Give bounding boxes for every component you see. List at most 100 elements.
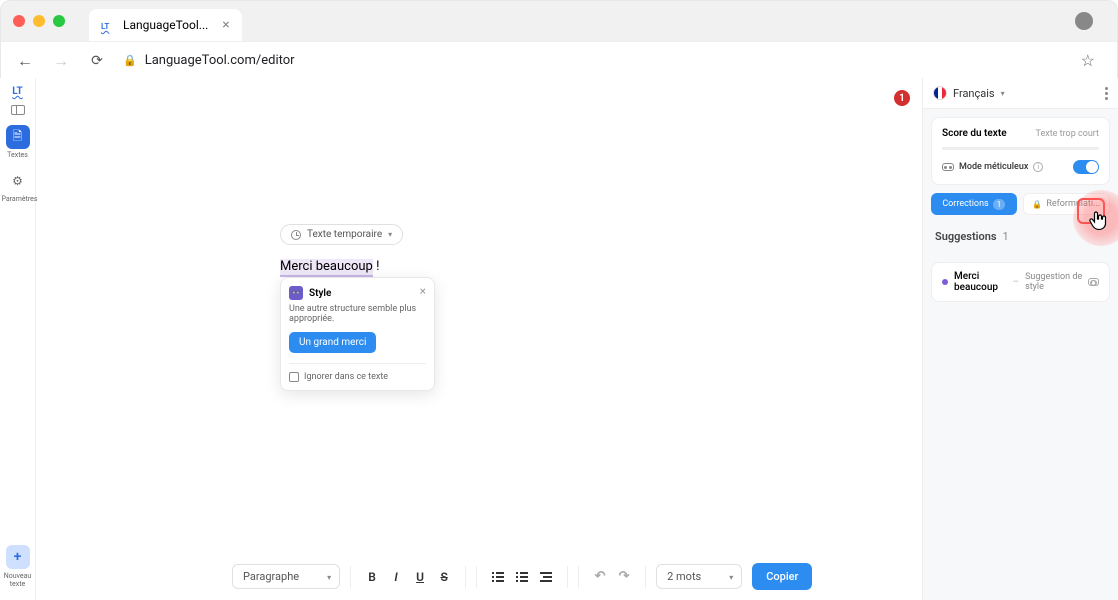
tab-label: Reformulati...	[1046, 199, 1100, 209]
document-name: Texte temporaire	[307, 229, 382, 240]
style-dot-icon	[942, 279, 948, 285]
editor-main: 1 Texte temporaire ▾ Merci beaucoup ! 👓 …	[36, 78, 922, 600]
address-bar[interactable]: 🔒 LanguageTool.com/editor	[123, 53, 1065, 68]
tab-title: LanguageTool...	[123, 18, 208, 32]
tab-count: 1	[993, 199, 1006, 210]
word-count-value: 2 mots	[667, 570, 701, 583]
bookmark-star-icon[interactable]: ☆	[1081, 51, 1095, 70]
sidebar-item-label: Textes	[2, 151, 34, 159]
tab-label: Corrections	[942, 199, 988, 209]
sidebar-item-label: Nouveau texte	[2, 572, 34, 588]
format-select-value: Paragraphe	[243, 570, 299, 583]
suggestion-popup: 👓 Style × Une autre structure semble plu…	[280, 277, 435, 391]
tab-reformulations[interactable]: 🔒 Reformulati...	[1023, 193, 1111, 215]
forward-button[interactable]: →	[51, 51, 71, 71]
flag-fr-icon	[933, 86, 947, 100]
window-close-button[interactable]	[13, 15, 25, 27]
popup-close-button[interactable]: ×	[420, 284, 426, 298]
underline-button[interactable]: U	[409, 566, 431, 588]
panel-tabs: Corrections 1 🔒 Reformulati...	[931, 193, 1110, 215]
url-text: LanguageTool.com/editor	[145, 53, 295, 68]
tab-corrections[interactable]: Corrections 1	[931, 193, 1017, 215]
picky-mode-label: Mode méticuleux	[959, 162, 1028, 172]
undo-button[interactable]: ↶	[589, 566, 611, 588]
bottom-toolbar: Paragraphe ▾ B I U S ↶ ↷ 2 mots ▾	[232, 563, 908, 590]
ignore-icon	[289, 372, 299, 382]
score-card: Score du texte Texte trop court Mode mét…	[931, 117, 1110, 185]
sidebar-top-icons: LT	[11, 86, 25, 115]
picky-mode-row: Mode méticuleux i	[942, 160, 1099, 174]
editor-content[interactable]: Merci beaucoup !	[280, 259, 922, 274]
trailing-text: !	[373, 259, 380, 274]
sidebar-left: LT 🗎 Textes ⚙ Paramètres + Nouveau texte	[0, 78, 36, 600]
sidebar-item-label: Paramètres	[2, 195, 34, 203]
redo-button[interactable]: ↷	[613, 566, 635, 588]
chevron-down-icon: ▾	[388, 230, 392, 239]
app-root: LT 🗎 Textes ⚙ Paramètres + Nouveau texte…	[0, 78, 1118, 600]
browser-chrome: LanguageTool... × ← → ⟳ 🔒 LanguageTool.c…	[0, 0, 1118, 78]
plus-icon: +	[6, 545, 30, 569]
format-group-list	[476, 566, 568, 588]
sidebar-item-parametres[interactable]: ⚙ Paramètres	[2, 169, 34, 203]
score-title: Score du texte	[942, 128, 1007, 139]
back-button[interactable]: ←	[15, 51, 35, 71]
chevron-down-icon: ▾	[327, 573, 331, 582]
gear-icon: ⚙	[6, 169, 30, 193]
word-count-select[interactable]: 2 mots ▾	[656, 564, 742, 589]
ignore-button[interactable]: Ignorer dans ce texte	[289, 363, 426, 382]
bold-button[interactable]: B	[361, 566, 383, 588]
reload-button[interactable]: ⟳	[87, 53, 107, 69]
copy-button[interactable]: Copier	[752, 563, 812, 590]
lt-logo-icon[interactable]: LT	[12, 86, 23, 97]
window-maximize-button[interactable]	[53, 15, 65, 27]
apply-suggestion-button[interactable]: Un grand merci	[289, 332, 376, 353]
format-group-text: B I U S	[350, 566, 466, 588]
format-select[interactable]: Paragraphe ▾	[232, 564, 340, 589]
score-subtitle: Texte trop court	[1036, 129, 1099, 139]
sidebar-item-nouveau-texte[interactable]: + Nouveau texte	[2, 545, 34, 588]
url-bar: ← → ⟳ 🔒 LanguageTool.com/editor ☆	[1, 41, 1117, 79]
suggestion-type: Suggestion de style	[1025, 272, 1082, 292]
sidebar-item-textes[interactable]: 🗎 Textes	[2, 125, 34, 159]
clock-icon	[291, 230, 301, 240]
suggestions-section: Suggestions 1	[923, 215, 1118, 254]
format-group-history: ↶ ↷	[578, 566, 646, 588]
tab-close-icon[interactable]: ×	[222, 17, 229, 33]
suggestions-count: 1	[1003, 230, 1009, 243]
panel-right: Français ▾ Score du texte Texte trop cou…	[922, 78, 1118, 600]
strikethrough-button[interactable]: S	[433, 566, 455, 588]
lock-icon: 🔒	[123, 54, 137, 67]
info-icon[interactable]: i	[1033, 162, 1043, 172]
popup-category: Style	[309, 288, 331, 299]
numbered-list-icon	[492, 572, 504, 582]
chevron-down-icon[interactable]: ▾	[1001, 89, 1005, 98]
panel-toggle-icon[interactable]	[11, 105, 25, 115]
indent-button[interactable]	[535, 566, 557, 588]
language-select[interactable]: Français	[953, 87, 995, 100]
profile-avatar[interactable]	[1075, 12, 1093, 30]
goggles-icon	[1088, 278, 1099, 286]
bullet-list-button[interactable]	[511, 566, 533, 588]
popup-description: Une autre structure semble plus appropri…	[289, 304, 426, 324]
document-name-pill[interactable]: Texte temporaire ▾	[280, 224, 403, 245]
suggestion-phrase: Merci beaucoup	[954, 271, 1007, 293]
browser-tab[interactable]: LanguageTool... ×	[89, 9, 242, 41]
score-progress-bar	[942, 147, 1099, 150]
panel-header: Français ▾	[923, 78, 1118, 109]
picky-mode-toggle[interactable]	[1073, 160, 1099, 174]
error-count-badge[interactable]: 1	[894, 90, 910, 106]
bullet-list-icon	[516, 572, 528, 582]
goggles-icon	[942, 163, 954, 171]
tab-bar: LanguageTool... ×	[1, 1, 1117, 41]
lock-icon: 🔒	[1032, 200, 1042, 209]
highlighted-text[interactable]: Merci beaucoup	[280, 259, 373, 277]
document-icon: 🗎	[6, 125, 30, 149]
panel-menu-button[interactable]	[1105, 87, 1108, 100]
suggestion-separator: –	[1013, 277, 1020, 288]
window-minimize-button[interactable]	[33, 15, 45, 27]
ignore-label: Ignorer dans ce texte	[304, 372, 388, 382]
suggestion-list-item[interactable]: Merci beaucoup – Suggestion de style	[931, 262, 1110, 302]
suggestions-heading: Suggestions	[935, 230, 997, 243]
italic-button[interactable]: I	[385, 566, 407, 588]
numbered-list-button[interactable]	[487, 566, 509, 588]
